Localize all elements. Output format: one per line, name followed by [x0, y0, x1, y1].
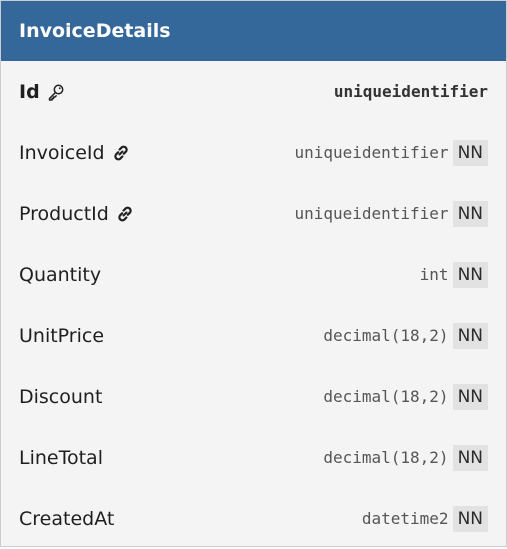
- table-title: InvoiceDetails: [19, 20, 171, 42]
- entity-table: InvoiceDetails Id uniqueidentifier Invoi…: [0, 0, 507, 547]
- column-type-group: datetime2 NN: [361, 505, 488, 532]
- column-name: ProductId: [19, 202, 109, 225]
- column-name-group: Discount: [19, 386, 102, 408]
- column-name: InvoiceId: [19, 141, 105, 164]
- not-null-badge: NN: [452, 200, 488, 227]
- column-type: uniqueidentifier: [294, 143, 449, 162]
- column-name: Id: [19, 80, 40, 103]
- column-row-createdat: CreatedAt datetime2 NN: [1, 488, 506, 549]
- column-row-invoiceid: InvoiceId uniqueidentifier NN: [1, 122, 506, 183]
- column-name: UnitPrice: [19, 324, 105, 347]
- column-row-linetotal: LineTotal decimal(18,2) NN: [1, 427, 506, 488]
- link-icon: [115, 204, 135, 224]
- column-type: uniqueidentifier: [333, 82, 488, 101]
- column-name-group: LineTotal: [19, 447, 103, 469]
- not-null-badge: NN: [452, 505, 488, 532]
- column-type-group: int NN: [419, 261, 488, 288]
- key-icon: [46, 82, 66, 102]
- column-type-group: decimal(18,2) NN: [323, 383, 488, 410]
- column-type: uniqueidentifier: [294, 204, 449, 223]
- column-type: decimal(18,2): [323, 387, 449, 406]
- column-type-group: decimal(18,2) NN: [323, 322, 488, 349]
- link-icon: [111, 143, 131, 163]
- column-name-group: Quantity: [19, 264, 101, 286]
- column-row-quantity: Quantity int NN: [1, 244, 506, 305]
- column-name: Quantity: [19, 263, 102, 286]
- column-type-group: uniqueidentifier NN: [294, 200, 488, 227]
- not-null-badge: NN: [452, 383, 488, 410]
- table-header: InvoiceDetails: [1, 1, 506, 61]
- column-list: Id uniqueidentifier InvoiceId uniqueiden…: [1, 61, 506, 549]
- column-row-discount: Discount decimal(18,2) NN: [1, 366, 506, 427]
- column-type: datetime2: [361, 509, 449, 528]
- column-type-group: uniqueidentifier NN: [294, 139, 488, 166]
- column-type: int: [419, 265, 449, 284]
- column-type-group: uniqueidentifier: [334, 82, 488, 101]
- column-row-productid: ProductId uniqueidentifier NN: [1, 183, 506, 244]
- column-name-group: UnitPrice: [19, 325, 104, 347]
- column-name-group: Id: [19, 81, 66, 103]
- column-name: LineTotal: [19, 446, 103, 469]
- not-null-badge: NN: [452, 139, 488, 166]
- column-name-group: ProductId: [19, 203, 135, 225]
- column-type-group: decimal(18,2) NN: [323, 444, 488, 471]
- column-type: decimal(18,2): [323, 448, 449, 467]
- column-name-group: InvoiceId: [19, 142, 131, 164]
- column-name-group: CreatedAt: [19, 508, 114, 530]
- column-type: decimal(18,2): [323, 326, 449, 345]
- not-null-badge: NN: [452, 322, 488, 349]
- column-row-unitprice: UnitPrice decimal(18,2) NN: [1, 305, 506, 366]
- not-null-badge: NN: [452, 261, 488, 288]
- column-name: CreatedAt: [19, 507, 115, 530]
- column-row-id: Id uniqueidentifier: [1, 61, 506, 122]
- column-name: Discount: [19, 385, 103, 408]
- not-null-badge: NN: [452, 444, 488, 471]
